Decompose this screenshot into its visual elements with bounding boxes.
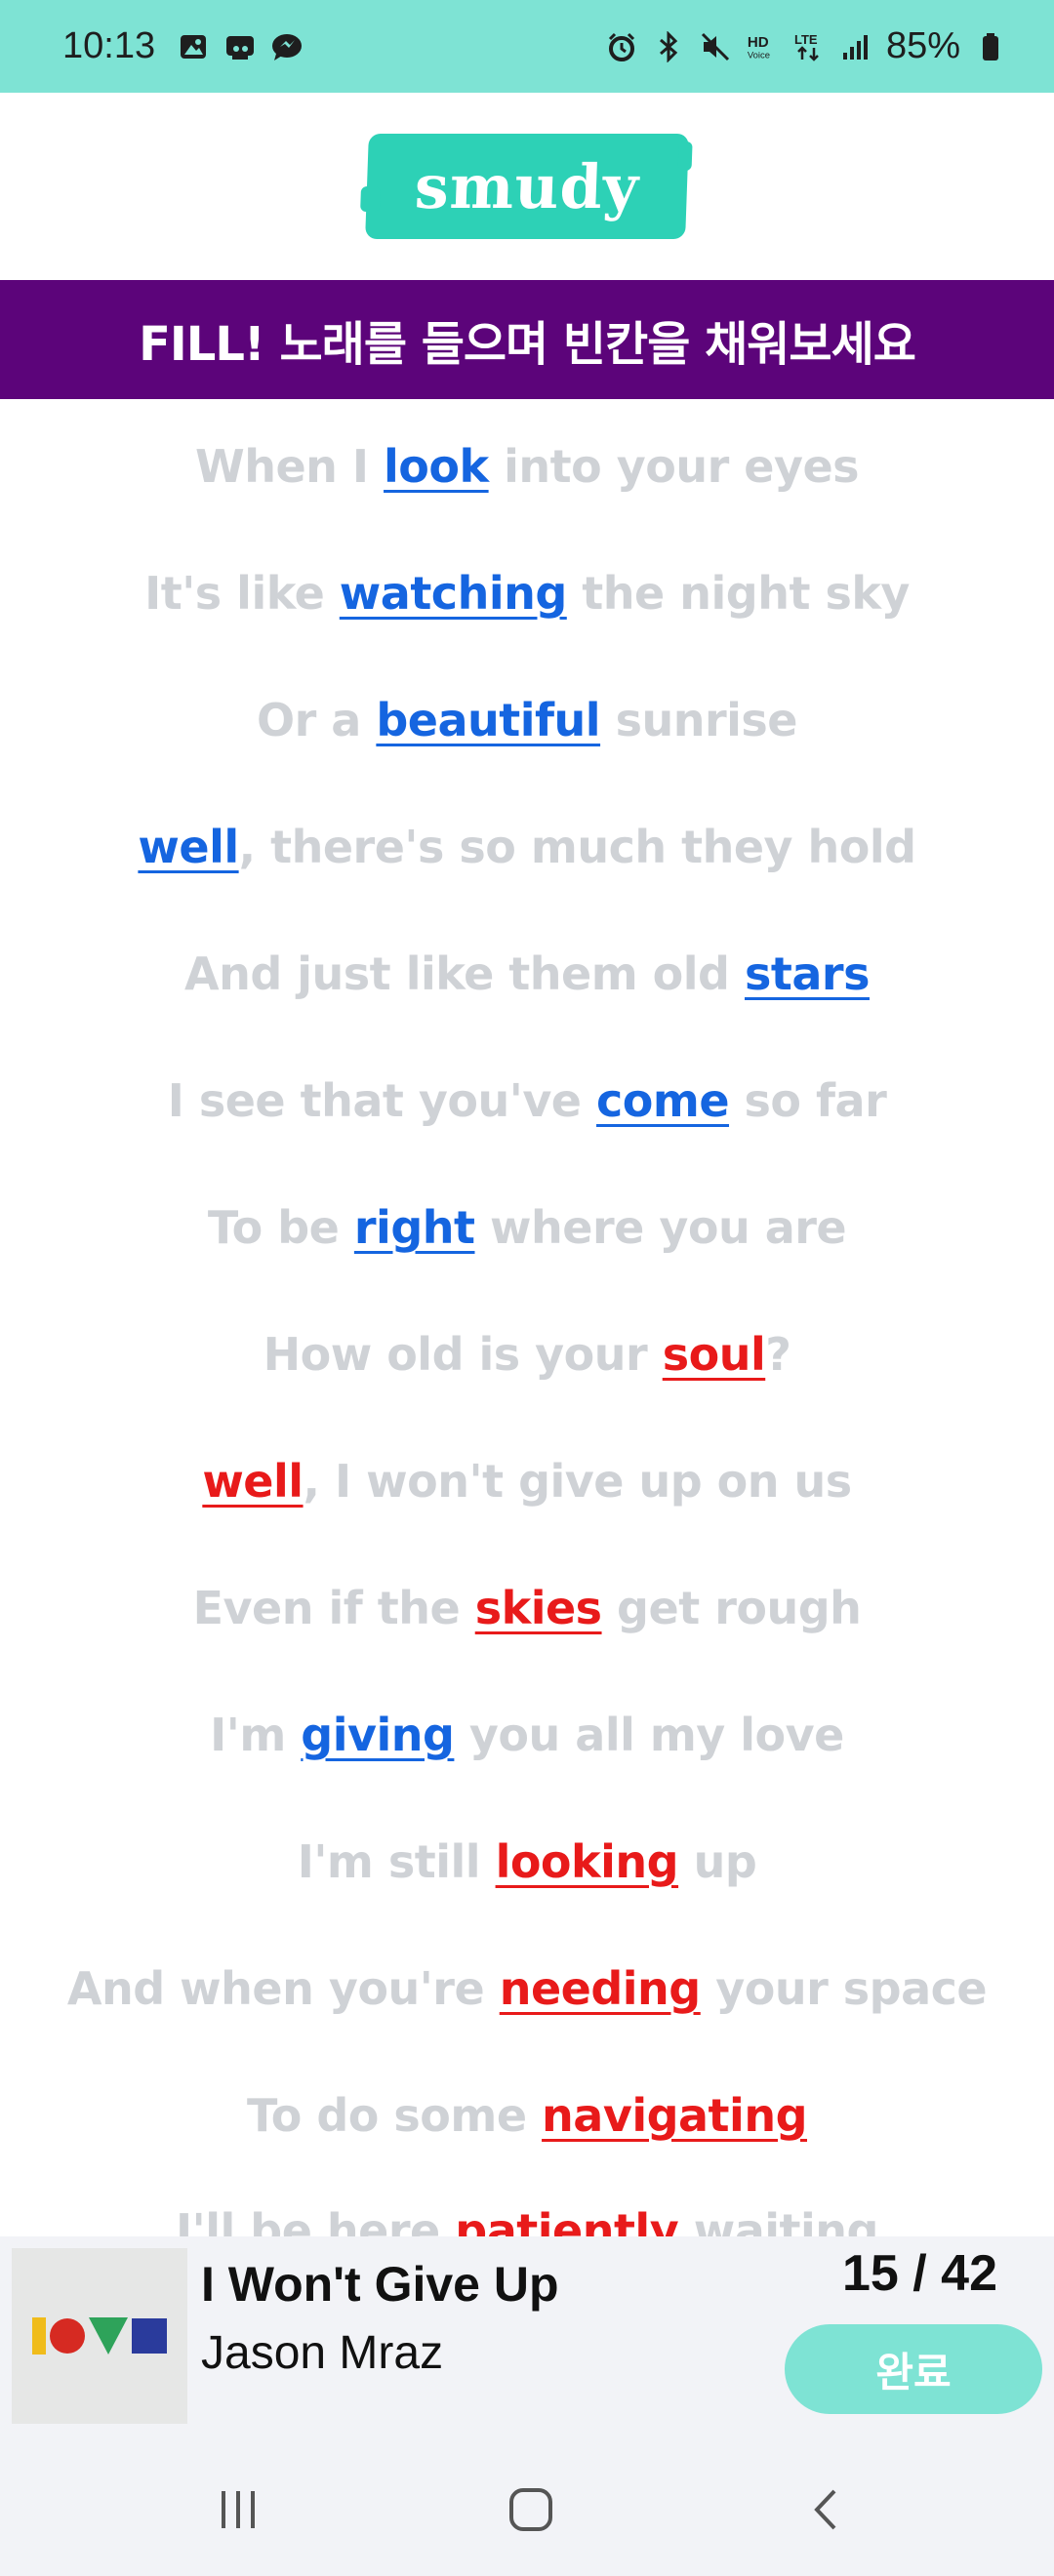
- lyric-text-before: How old is your: [263, 1328, 663, 1381]
- status-right: HD Voice LTE 85%: [605, 25, 1007, 67]
- bluetooth-icon: [652, 30, 685, 63]
- lyric-line: well, I won't give up on us: [0, 1455, 1054, 1508]
- lyric-line: Even if the skies get rough: [0, 1582, 1054, 1634]
- progress-counter: 15 / 42: [841, 2245, 997, 2302]
- lyric-text-after: you all my love: [454, 1709, 844, 1761]
- app-header: smudy: [0, 93, 1054, 280]
- svg-text:Voice: Voice: [748, 50, 770, 60]
- back-icon[interactable]: [789, 2471, 867, 2549]
- lyric-text-before: To be: [207, 1201, 354, 1254]
- lyric-line: And when you're needing your space: [0, 1962, 1054, 2015]
- lyric-text-before: I'll be here: [176, 2204, 456, 2236]
- lyric-blank-word[interactable]: skies: [475, 1582, 602, 1634]
- lyric-text-after: up: [678, 1835, 757, 1888]
- recent-apps-icon[interactable]: [199, 2471, 277, 2549]
- lyric-blank-word[interactable]: watching: [340, 567, 568, 620]
- svg-text:HD: HD: [748, 34, 769, 51]
- song-title: I Won't Give Up: [201, 2257, 559, 2312]
- lyric-line: To do some navigating: [0, 2089, 1054, 2142]
- lyric-text-after: waiting: [678, 2204, 879, 2236]
- lyric-line: well, there's so much they hold: [0, 821, 1054, 873]
- lyric-blank-word[interactable]: needing: [500, 1962, 702, 2015]
- status-left-icons: [177, 30, 304, 63]
- lyric-text-after: sunrise: [600, 694, 798, 746]
- lyric-blank-word[interactable]: well: [202, 1455, 304, 1508]
- lyric-blank-word[interactable]: beautiful: [376, 694, 600, 746]
- done-button[interactable]: 완료: [785, 2324, 1042, 2414]
- album-letter-v: [89, 2317, 128, 2355]
- lyric-text-before: To do some: [246, 2089, 543, 2142]
- lyric-text-before: I see that you've: [167, 1074, 597, 1127]
- image-icon: [177, 30, 210, 63]
- banner-text: FILL! 노래를 들으며 빈칸을 채워보세요: [139, 317, 916, 372]
- alarm-icon: [605, 30, 638, 63]
- lyric-line: It's like watching the night sky: [0, 567, 1054, 620]
- lyric-blank-word[interactable]: patiently: [455, 2204, 678, 2236]
- lyric-text-before: I'm still: [297, 1835, 496, 1888]
- lyric-text-after: so far: [729, 1074, 887, 1127]
- lyric-text-after: into your eyes: [488, 440, 860, 493]
- lyric-blank-word[interactable]: right: [354, 1201, 475, 1254]
- lyric-text-after: where you are: [474, 1201, 847, 1254]
- status-time: 10:13: [62, 25, 156, 66]
- cast-icon: [223, 30, 257, 63]
- lyric-line: Or a beautiful sunrise: [0, 694, 1054, 746]
- battery-percent: 85%: [885, 25, 960, 66]
- lyric-line: I'm giving you all my love: [0, 1709, 1054, 1761]
- lyric-text-before: It's like: [144, 567, 340, 620]
- lyric-line: And just like them old stars: [0, 947, 1054, 1000]
- messenger-icon: [270, 30, 304, 63]
- lyric-line: When I look into your eyes: [0, 440, 1054, 493]
- lyric-text-before: Even if the: [192, 1582, 475, 1634]
- lyric-text-after: the night sky: [566, 567, 910, 620]
- lyric-line: I see that you've come so far: [0, 1074, 1054, 1127]
- instruction-banner: FILL! 노래를 들으며 빈칸을 채워보세요: [0, 280, 1054, 399]
- lyric-text-before: When I: [194, 440, 385, 493]
- hd-voice-icon: HD Voice: [746, 30, 779, 63]
- lyric-text-before: I'm: [210, 1709, 302, 1761]
- lyric-text-before: And just like them old: [184, 947, 745, 1000]
- lyric-text-after: your space: [700, 1962, 988, 2015]
- lyric-blank-word[interactable]: look: [384, 440, 489, 493]
- smudy-logo: smudy: [365, 134, 689, 239]
- lyrics-list[interactable]: When I look into your eyes It's like wat…: [0, 399, 1054, 2236]
- signal-icon: [839, 30, 872, 63]
- lyric-blank-word[interactable]: well: [138, 821, 239, 873]
- logo-text: smudy: [413, 150, 641, 222]
- lyric-text-after: ?: [765, 1328, 791, 1381]
- battery-icon: [974, 30, 1007, 63]
- lyric-blank-word[interactable]: looking: [496, 1835, 679, 1888]
- lte-icon: LTE: [792, 30, 826, 63]
- lyric-line: How old is your soul?: [0, 1328, 1054, 1381]
- svg-text:LTE: LTE: [794, 32, 818, 47]
- lyric-line: To be right where you are: [0, 1201, 1054, 1254]
- lyric-blank-word[interactable]: giving: [301, 1709, 455, 1761]
- album-letter-l: [32, 2317, 46, 2355]
- album-logo: [32, 2317, 167, 2355]
- status-bar: 10:13 HD Voice LTE 85%: [0, 0, 1054, 93]
- album-art: [12, 2248, 187, 2424]
- lyric-text-after: , I won't give up on us: [303, 1455, 853, 1508]
- lyric-text-after: get rough: [601, 1582, 862, 1634]
- home-icon[interactable]: [492, 2471, 570, 2549]
- lyric-blank-word[interactable]: soul: [663, 1328, 766, 1381]
- lyric-line: I'm still looking up: [0, 1835, 1054, 1888]
- lyric-blank-word[interactable]: stars: [745, 947, 870, 1000]
- album-letter-e: [132, 2318, 167, 2354]
- lyric-blank-word[interactable]: come: [596, 1074, 730, 1127]
- lyric-text-before: And when you're: [66, 1962, 500, 2015]
- system-nav-bar: [0, 2437, 1054, 2576]
- song-artist: Jason Mraz: [201, 2327, 444, 2379]
- mute-icon: [699, 30, 732, 63]
- lyric-text-after: , there's so much they hold: [238, 821, 916, 873]
- lyric-line: I'll be here patiently waiting: [0, 2204, 1054, 2236]
- album-letter-o: [50, 2318, 85, 2354]
- now-playing-bar: I Won't Give Up Jason Mraz 15 / 42 완료: [0, 2236, 1054, 2437]
- lyric-text-before: Or a: [257, 694, 377, 746]
- lyric-blank-word[interactable]: navigating: [542, 2089, 807, 2142]
